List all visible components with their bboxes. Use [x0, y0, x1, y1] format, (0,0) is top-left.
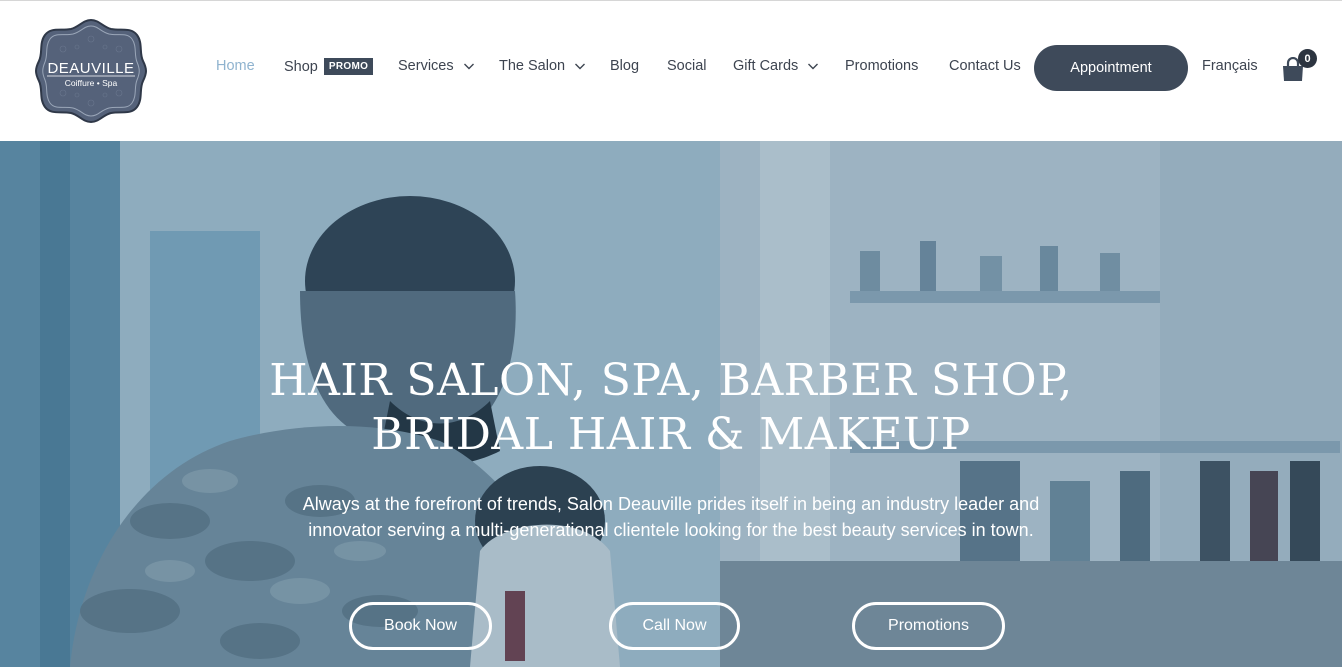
chevron-down-icon: [575, 63, 586, 70]
nav-blog[interactable]: Blog: [610, 58, 639, 74]
site-header: DEAUVILLE Coiffure • Spa Home Shop PROMO…: [0, 1, 1342, 141]
appointment-label: Appointment: [1070, 60, 1152, 76]
cart-count-badge: 0: [1298, 49, 1317, 68]
nav-services[interactable]: Services: [398, 58, 475, 74]
promo-badge: PROMO: [323, 58, 374, 75]
nav-services-label: Services: [398, 58, 454, 74]
nav-the-salon[interactable]: The Salon: [499, 58, 586, 74]
call-now-button[interactable]: Call Now: [609, 602, 740, 650]
nav-contact-label: Contact Us: [949, 58, 1021, 74]
nav-contact-us[interactable]: Contact Us: [949, 58, 1021, 74]
nav-home-label: Home: [216, 58, 255, 74]
language-switch-link[interactable]: Français: [1202, 58, 1258, 74]
hero-banner: HAIR SALON, SPA, BARBER SHOP, BRIDAL HAI…: [0, 141, 1342, 667]
promotions-button[interactable]: Promotions: [852, 602, 1005, 650]
call-now-label: Call Now: [642, 617, 707, 634]
hero-heading-line-2: BRIDAL HAIR & MAKEUP: [371, 409, 971, 460]
nav-home[interactable]: Home: [216, 58, 255, 74]
nav-salon-label: The Salon: [499, 58, 566, 74]
hero-heading-line-1: HAIR SALON, SPA, BARBER SHOP,: [269, 355, 1073, 406]
book-now-button[interactable]: Book Now: [349, 602, 492, 650]
nav-shop[interactable]: Shop PROMO: [284, 58, 374, 75]
nav-promotions-label: Promotions: [845, 58, 919, 74]
hero-heading: HAIR SALON, SPA, BARBER SHOP, BRIDAL HAI…: [0, 354, 1342, 462]
book-now-label: Book Now: [384, 617, 457, 634]
hero-description-line-1: Always at the forefront of trends, Salon…: [302, 494, 1040, 514]
promotions-label: Promotions: [888, 617, 969, 634]
nav-social[interactable]: Social: [667, 58, 707, 74]
nav-social-label: Social: [667, 58, 707, 74]
hero-description: Always at the forefront of trends, Salon…: [0, 491, 1342, 543]
nav-gift-cards-label: Gift Cards: [733, 58, 799, 74]
nav-gift-cards[interactable]: Gift Cards: [733, 58, 819, 74]
appointment-button[interactable]: Appointment: [1034, 45, 1188, 91]
main-nav: Home Shop PROMO Services The Salon Blog …: [0, 1, 1342, 141]
nav-shop-label: Shop: [284, 58, 318, 75]
nav-promotions[interactable]: Promotions: [845, 58, 918, 74]
chevron-down-icon: [808, 63, 819, 70]
chevron-down-icon: [463, 63, 474, 70]
hero-description-line-2: innovator serving a multi-generational c…: [308, 520, 1034, 540]
nav-blog-label: Blog: [610, 58, 640, 74]
language-label: Français: [1202, 58, 1258, 74]
